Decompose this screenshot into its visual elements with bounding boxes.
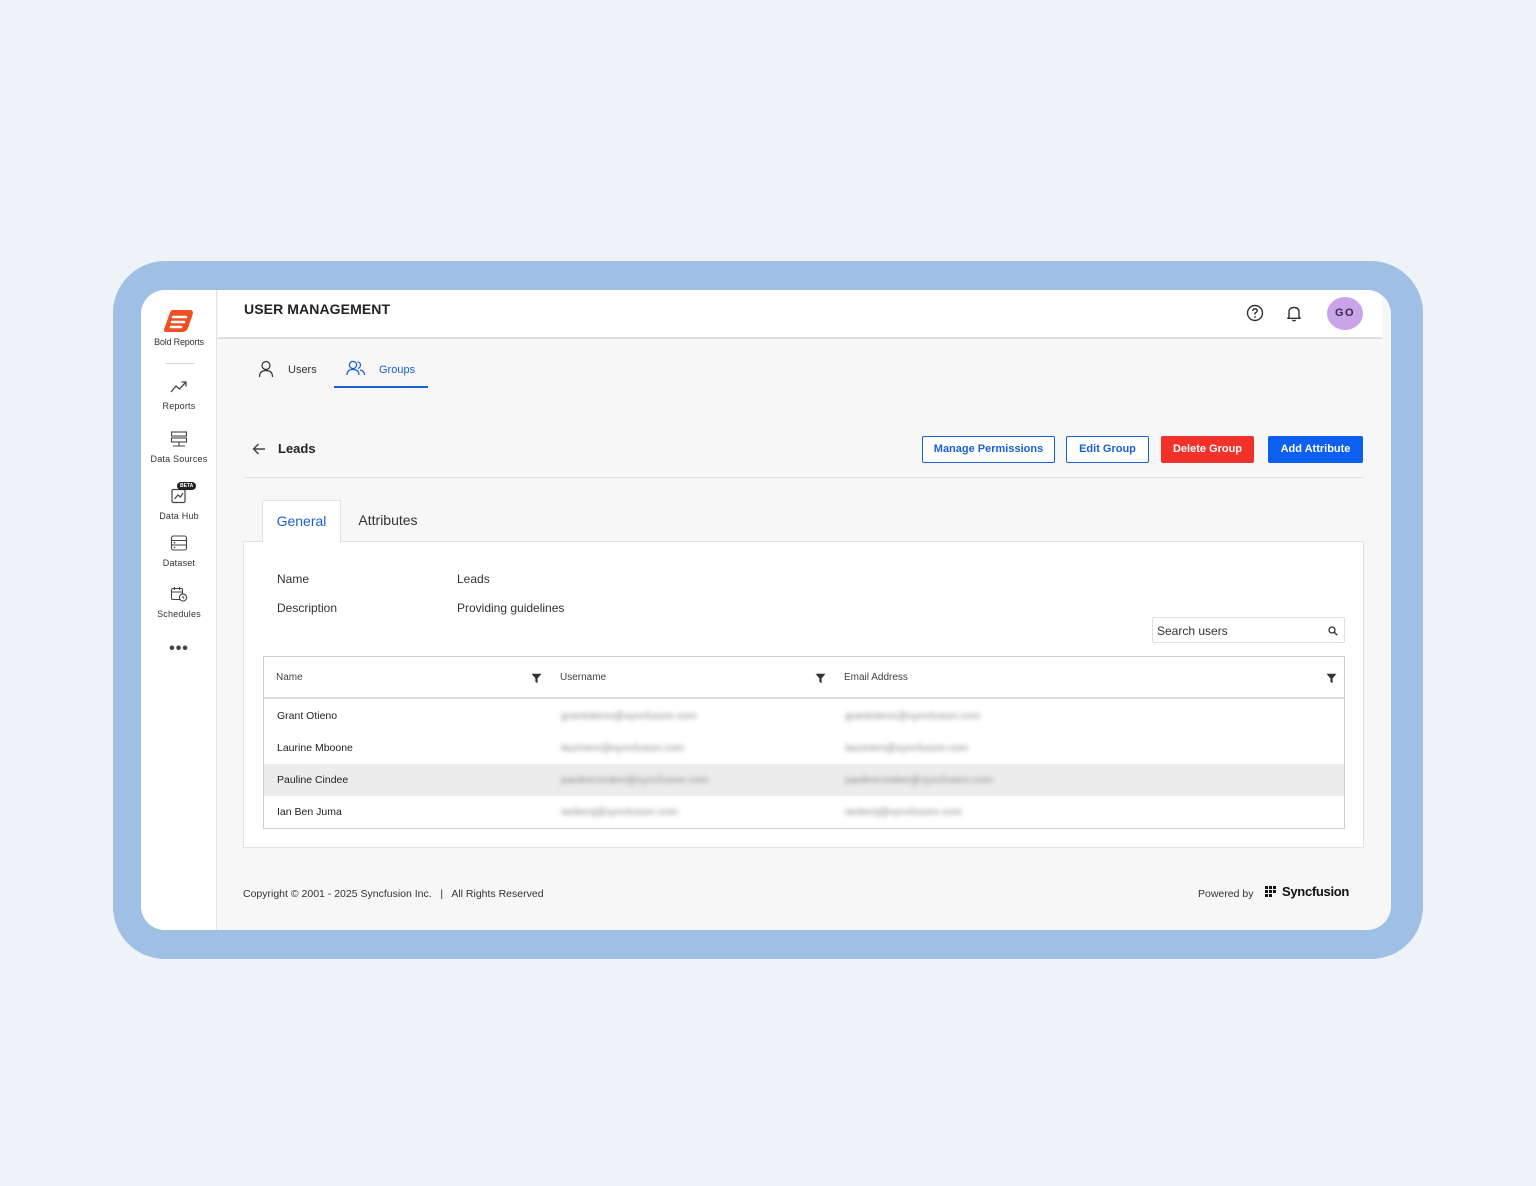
sidebar-item-label: Data Hub (159, 511, 199, 521)
tab-groups[interactable]: Groups (346, 359, 426, 389)
sidebar-item-reports[interactable]: Reports (141, 380, 217, 411)
add-attribute-button[interactable]: Add Attribute (1268, 436, 1363, 463)
cell-username: laurinem@syncfusion.com (561, 742, 685, 754)
cell-email: laurinem@syncfusion.com (845, 742, 969, 754)
cell-email: paulinecindee@syncfusion.com (845, 774, 993, 786)
help-icon[interactable] (1245, 303, 1265, 323)
description-label: Description (277, 601, 338, 615)
name-value: Leads (457, 572, 490, 586)
more-menu-icon[interactable]: ••• (141, 640, 217, 658)
cell-email: ianbenj@syncfusion.com (845, 806, 962, 818)
active-tab-indicator (334, 386, 428, 388)
logo-text: Bold Reports (154, 337, 204, 347)
data-hub-icon (171, 488, 186, 504)
sidebar-item-schedules[interactable]: Schedules (141, 586, 217, 619)
description-value: Providing guidelines (457, 601, 565, 615)
server-icon (170, 431, 188, 447)
sidebar-item-data-hub[interactable]: BETA Data Hub (141, 482, 217, 521)
tab-users[interactable]: Users (258, 359, 328, 389)
user-icon (258, 360, 274, 378)
app-logo[interactable]: Bold Reports (141, 308, 217, 347)
sidebar: Bold Reports Reports Data Sources BETA D… (141, 290, 217, 930)
cell-email: grantotieno@syncfusion.com (845, 710, 981, 722)
sidebar-item-data-sources[interactable]: Data Sources (141, 431, 217, 464)
tab-users-label: Users (288, 364, 317, 376)
table-row[interactable]: Pauline Cindee paulinecindee@syncfusion.… (264, 764, 1344, 796)
filter-icon[interactable] (1326, 673, 1337, 684)
bold-reports-logo-icon (164, 310, 193, 332)
edit-group-button[interactable]: Edit Group (1066, 436, 1149, 463)
delete-group-button[interactable]: Delete Group (1161, 436, 1254, 463)
sidebar-item-dataset[interactable]: Dataset (141, 535, 217, 568)
sidebar-item-label: Data Sources (150, 454, 208, 464)
syncfusion-logo-icon (1265, 886, 1276, 897)
manage-permissions-button[interactable]: Manage Permissions (922, 436, 1055, 463)
cell-username: paulinecindee@syncfusion.com (561, 774, 709, 786)
cell-name: Laurine Mboone (277, 742, 353, 754)
trend-icon (170, 381, 187, 393)
table-row[interactable]: Grant Otieno grantotieno@syncfusion.com … (264, 700, 1344, 732)
search-icon[interactable] (1328, 626, 1338, 636)
users-group-icon (346, 360, 366, 376)
table-header: Name Username Email Address (264, 657, 1344, 699)
tab-attributes[interactable]: Attributes (346, 500, 430, 542)
filter-icon[interactable] (815, 673, 826, 684)
table-row[interactable]: Ian Ben Juma ianbenj@syncfusion.com ianb… (264, 796, 1344, 828)
avatar[interactable]: GO (1327, 297, 1363, 330)
column-header-email[interactable]: Email Address (844, 672, 908, 683)
powered-by-label: Powered by (1198, 888, 1254, 900)
search-input[interactable] (1157, 622, 1322, 639)
page-title: USER MANAGEMENT (244, 301, 391, 317)
search-box (1152, 617, 1345, 643)
table-row[interactable]: Laurine Mboone laurinem@syncfusion.com l… (264, 732, 1344, 764)
users-table: Name Username Email Address Grant Otieno… (263, 656, 1345, 829)
beta-badge: BETA (177, 482, 197, 490)
back-arrow-icon[interactable] (251, 441, 267, 457)
calendar-clock-icon (170, 587, 188, 602)
cell-name: Pauline Cindee (277, 774, 349, 786)
brand-text: Syncfusion (1282, 884, 1350, 899)
header-divider (244, 477, 1364, 478)
cell-name: Ian Ben Juma (277, 806, 342, 818)
filter-icon[interactable] (531, 673, 542, 684)
dataset-icon (170, 535, 188, 551)
sidebar-item-label: Schedules (157, 609, 201, 619)
tab-general[interactable]: General (262, 500, 341, 542)
cell-username: grantotieno@syncfusion.com (561, 710, 697, 722)
name-label: Name (277, 572, 310, 586)
sidebar-divider (165, 363, 195, 364)
page-header: USER MANAGEMENT GO (218, 290, 1382, 339)
sidebar-item-label: Reports (162, 401, 196, 411)
cell-username: ianbenj@syncfusion.com (561, 806, 678, 818)
general-panel: Name Leads Description Providing guideli… (243, 541, 1364, 848)
column-header-username[interactable]: Username (560, 672, 606, 683)
sidebar-item-label: Dataset (162, 558, 196, 568)
tab-groups-label: Groups (379, 364, 416, 376)
cell-name: Grant Otieno (277, 710, 338, 722)
app-window: Bold Reports Reports Data Sources BETA D… (141, 290, 1391, 930)
bell-icon[interactable] (1284, 303, 1304, 323)
group-title: Leads (278, 441, 316, 456)
column-header-name[interactable]: Name (276, 672, 303, 683)
copyright-text: Copyright © 2001 - 2025 Syncfusion Inc. … (243, 888, 544, 900)
